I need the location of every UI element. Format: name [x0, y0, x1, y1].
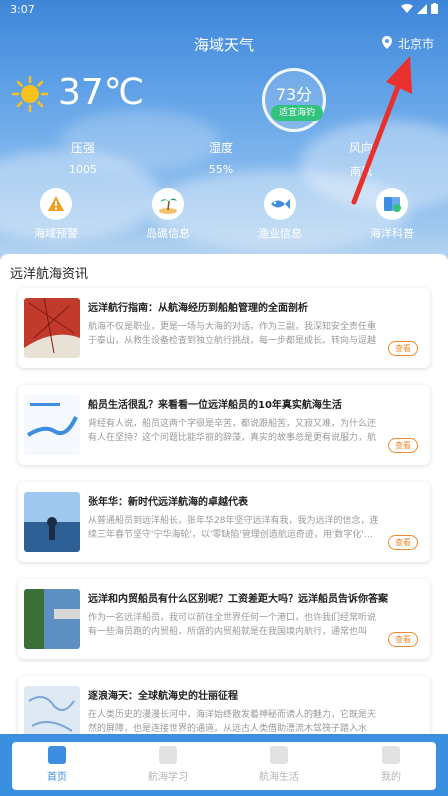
news-panel: 远洋航海资讯 远洋航行指南：从航海经历到船舶管理的全面剖析 航海不仅是职业，更是… — [0, 254, 448, 734]
shortcut-island-info[interactable]: 岛礁信息 — [128, 188, 208, 241]
location-pin-icon — [381, 35, 392, 52]
stat-value: 55% — [208, 163, 234, 176]
ship-icon — [270, 746, 288, 764]
news-thumbnail — [24, 589, 80, 649]
warning-icon — [40, 188, 72, 220]
news-desc: 航海不仅是职业，更是一场与大海的对话。作为三副，我深知安全责任重于泰山，从救生设… — [88, 322, 377, 346]
news-desc: 从普通船员到远洋船长，张年华28年坚守远洋有我，我为远洋的信念，连续三年春节坚守… — [88, 516, 379, 540]
home-icon — [48, 746, 66, 764]
red-annotation-arrow — [351, 56, 412, 205]
shortcut-label: 海洋科普 — [370, 227, 414, 240]
stat-pressure: 压强 1005 — [38, 139, 128, 176]
sun-icon — [11, 75, 49, 113]
tab-label: 首页 — [47, 772, 67, 783]
study-book-icon — [159, 746, 177, 764]
news-card[interactable]: 船员生活很乱？来看看一位远洋船员的10年真实航海生活 背经有人说，船员这两个字很… — [18, 385, 430, 465]
news-card[interactable]: 远洋和内贸船员有什么区别呢？工资差距大吗？远洋船员告诉你答案 作为一名远洋船员，… — [18, 579, 430, 659]
user-icon — [382, 746, 400, 764]
news-thumbnail — [24, 395, 80, 455]
news-desc: 作为一名远洋船员，我可以前往全世界任何一个港口，也许我们经常听说有一些海员跑的内… — [88, 613, 377, 637]
temperature-value: 37℃ — [58, 72, 145, 113]
shortcut-label: 渔业信息 — [258, 227, 302, 240]
shortcut-label: 岛礁信息 — [146, 227, 190, 240]
news-title: 逐浪海天：全球航海史的壮丽征程 — [88, 691, 238, 702]
status-time: 3:07 — [10, 3, 35, 16]
shortcut-sea-warning[interactable]: 海域预警 — [16, 188, 96, 241]
news-title: 远洋和内贸船员有什么区别呢？工资差距大吗？远洋船员告诉你答案 — [88, 594, 388, 605]
news-title: 船员生活很乱？来看看一位远洋船员的10年真实航海生活 — [88, 400, 342, 411]
news-title: 张年华：新时代远洋航海的卓越代表 — [88, 497, 248, 508]
news-card[interactable]: 张年华：新时代远洋航海的卓越代表 从普通船员到远洋船长，张年华28年坚守远洋有我… — [18, 482, 430, 562]
battery-icon — [431, 3, 438, 17]
location-label: 北京市 — [397, 37, 434, 51]
wifi-icon — [401, 3, 413, 17]
tab-profile[interactable]: 我的 — [351, 746, 431, 783]
view-button[interactable]: 查看 — [388, 535, 418, 550]
island-icon — [152, 188, 184, 220]
location-selector[interactable]: 北京市 — [381, 35, 434, 52]
news-thumbnail — [24, 686, 80, 734]
tab-label: 航海学习 — [148, 772, 188, 783]
tab-label: 我的 — [381, 772, 401, 783]
news-title: 远洋航行指南：从航海经历到船舶管理的全面剖析 — [88, 303, 308, 314]
stat-humidity: 湿度 55% — [176, 139, 266, 176]
status-bar: 3:07 — [0, 0, 448, 20]
tab-navigation-study[interactable]: 航海学习 — [128, 746, 208, 783]
stat-label: 湿度 — [208, 141, 233, 155]
news-thumbnail — [24, 492, 80, 552]
shortcut-label: 海域预警 — [34, 227, 78, 240]
view-button[interactable]: 查看 — [388, 438, 418, 453]
stat-value: 1005 — [69, 163, 97, 176]
fishing-score-ring: 73分 适宜海钓 — [262, 68, 326, 132]
fishing-score: 73分 — [275, 85, 313, 104]
news-section-title: 远洋航海资讯 — [10, 267, 89, 282]
fishing-score-tag: 适宜海钓 — [271, 105, 323, 121]
tab-sailor-life[interactable]: 航海生活 — [239, 746, 319, 783]
signal-icon — [417, 3, 427, 17]
news-desc: 在人类历史的漫漫长河中，海洋始终散发着神秘而诱人的魅力，它既是天然的屏障，也是连… — [88, 710, 377, 734]
tab-label: 航海生活 — [259, 772, 299, 783]
view-button[interactable]: 查看 — [388, 341, 418, 356]
view-button[interactable]: 查看 — [388, 632, 418, 647]
stat-label: 压强 — [70, 141, 95, 155]
fish-icon — [264, 188, 296, 220]
news-thumbnail — [24, 298, 80, 358]
shortcut-fishery-info[interactable]: 渔业信息 — [240, 188, 320, 241]
news-card[interactable]: 逐浪海天：全球航海史的壮丽征程 在人类历史的漫漫长河中，海洋始终散发着神秘而诱人… — [18, 676, 430, 734]
tab-home[interactable]: 首页 — [17, 746, 97, 783]
bottom-tab-bar: 首页 航海学习 航海生活 我的 — [0, 734, 448, 796]
news-card[interactable]: 远洋航行指南：从航海经历到船舶管理的全面剖析 航海不仅是职业，更是一场与大海的对… — [18, 288, 430, 368]
news-desc: 背经有人说，船员这两个字很是辛苦，都说跟船苦，又寂又难，为什么还有人在坚持？这个… — [88, 419, 377, 443]
